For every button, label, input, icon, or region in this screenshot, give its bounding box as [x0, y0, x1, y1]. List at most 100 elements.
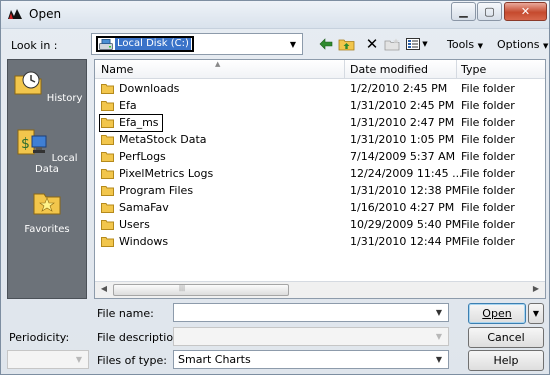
views-button[interactable]: ▼ — [405, 36, 429, 52]
list-item[interactable]: MetaStock Data 1/31/2010 1:05 PM File fo… — [95, 132, 545, 148]
column-type-header[interactable]: Type — [461, 63, 486, 76]
file-date: 1/2/2010 2:45 PM — [350, 82, 448, 95]
file-name: PerfLogs — [119, 150, 166, 163]
filetype-label: Files of type: — [97, 354, 168, 367]
delete-button[interactable]: ✕ — [363, 36, 381, 52]
file-name: PixelMetrics Logs — [119, 167, 214, 180]
folder-icon — [101, 118, 114, 128]
list-item[interactable]: Program Files 1/31/2010 12:38 PM File fo… — [95, 183, 545, 199]
place-favorites[interactable]: Favorites — [8, 186, 86, 235]
cancel-button[interactable]: Cancel — [468, 327, 544, 348]
help-button[interactable]: Help — [468, 350, 544, 371]
file-date: 1/31/2010 1:05 PM — [350, 133, 455, 146]
filename-input[interactable]: ▼ — [173, 303, 449, 322]
file-date: 1/31/2010 12:44 PM — [350, 235, 462, 248]
periodicity-label: Periodicity: — [9, 331, 70, 344]
file-list: Name ▲ Date modified Type Downloads 1/2/… — [94, 59, 546, 299]
lookin-label: Look in : — [11, 39, 58, 52]
file-type: File folder — [461, 235, 515, 248]
open-button[interactable]: Open — [468, 303, 526, 324]
list-item[interactable]: SamaFav 1/16/2010 4:27 PM File folder — [95, 200, 545, 216]
chevron-down-icon[interactable]: ▼ — [432, 352, 446, 367]
place-local-data[interactable]: $ Local Data — [8, 126, 86, 175]
minimize-icon: ▁ — [459, 5, 468, 18]
place-history-label: History — [46, 93, 83, 104]
file-name: Efa — [119, 99, 137, 112]
favorites-icon — [33, 193, 61, 215]
list-item[interactable]: Efa_ms 1/31/2010 2:47 PM File folder — [95, 114, 545, 132]
file-date: 1/31/2010 2:45 PM — [350, 99, 455, 112]
file-date: 12/24/2009 11:45 ... — [350, 167, 463, 180]
file-type: File folder — [461, 201, 515, 214]
chevron-down-icon: ▼ — [542, 42, 549, 50]
column-divider[interactable] — [344, 60, 345, 79]
up-folder-icon — [338, 39, 354, 51]
lookin-dropdown[interactable]: Local Disk (C:) ▼ — [91, 33, 303, 55]
new-folder-button[interactable] — [383, 36, 401, 52]
delete-icon: ✕ — [365, 35, 379, 53]
history-icon — [14, 71, 42, 95]
open-dialog: Open ▁ ▢ ✕ Look in : Local Disk (C:) ▼ ✕ — [0, 0, 550, 375]
file-type: File folder — [461, 99, 515, 112]
file-name: Program Files — [119, 184, 194, 197]
chevron-down-icon[interactable]: ▼ — [432, 305, 446, 320]
back-button[interactable] — [317, 36, 335, 52]
chevron-down-icon[interactable]: ▼ — [286, 36, 300, 52]
close-button[interactable]: ✕ — [504, 2, 547, 21]
places-bar: History $ Local Data Favorites — [7, 59, 87, 299]
file-type: File folder — [461, 82, 515, 95]
file-type: File folder — [461, 167, 515, 180]
folder-icon — [101, 186, 114, 196]
close-icon: ✕ — [520, 5, 531, 18]
file-name: Efa_ms — [119, 116, 159, 129]
file-name: SamaFav — [119, 201, 169, 214]
folder-icon — [101, 84, 114, 94]
list-item[interactable]: Users 10/29/2009 5:40 PM File folder — [95, 217, 545, 233]
horizontal-scrollbar[interactable]: ◀ ||| ▶ — [95, 281, 545, 298]
file-date: 1/16/2010 4:27 PM — [350, 201, 455, 214]
list-item[interactable]: Windows 1/31/2010 12:44 PM File folder — [95, 234, 545, 250]
chevron-down-icon: ▼ — [435, 332, 443, 341]
open-button-label: Open — [482, 307, 512, 320]
scrollbar-thumb[interactable] — [113, 284, 289, 296]
folder-icon — [101, 203, 114, 213]
tools-menu[interactable]: Tools ▼ — [447, 38, 483, 51]
drive-icon — [99, 38, 113, 50]
folder-icon — [101, 135, 114, 145]
file-name: MetaStock Data — [119, 133, 207, 146]
filetype-value: Smart Charts — [178, 353, 251, 366]
filetype-dropdown[interactable]: Smart Charts ▼ — [173, 350, 449, 369]
file-type: File folder — [461, 133, 515, 146]
help-button-label: Help — [493, 354, 519, 367]
scroll-left-icon[interactable]: ◀ — [97, 284, 111, 293]
maximize-button[interactable]: ▢ — [477, 2, 502, 21]
window-title: Open — [29, 7, 62, 21]
folder-icon — [101, 237, 114, 247]
minimize-button[interactable]: ▁ — [451, 2, 476, 21]
filename-label: File name: — [97, 307, 154, 320]
folder-icon — [101, 152, 114, 162]
description-label: File description: — [97, 331, 184, 344]
list-item[interactable]: Downloads 1/2/2010 2:45 PM File folder — [95, 81, 545, 97]
column-divider[interactable] — [456, 60, 457, 79]
chevron-down-icon: ▼ — [75, 355, 83, 364]
column-name-header[interactable]: Name — [101, 63, 133, 76]
chevron-down-icon: ▼ — [477, 42, 483, 50]
scroll-right-icon[interactable]: ▶ — [529, 284, 543, 293]
up-folder-button[interactable] — [337, 36, 355, 52]
place-history[interactable]: History — [8, 66, 86, 104]
open-options-button[interactable]: ▼ — [528, 303, 544, 324]
options-menu[interactable]: Options ▼ — [497, 38, 548, 51]
lookin-value: Local Disk (C:) — [115, 38, 191, 50]
file-date: 10/29/2009 5:40 PM — [350, 218, 462, 231]
column-date-header[interactable]: Date modified — [350, 63, 428, 76]
place-favorites-label: Favorites — [24, 224, 70, 235]
file-name: Windows — [119, 235, 169, 248]
list-item[interactable]: Efa 1/31/2010 2:45 PM File folder — [95, 98, 545, 114]
periodicity-dropdown[interactable]: ▼ — [7, 350, 89, 369]
options-label: Options — [497, 38, 540, 51]
list-item[interactable]: PixelMetrics Logs 12/24/2009 11:45 ... F… — [95, 166, 545, 182]
description-input[interactable]: ▼ — [173, 327, 449, 346]
file-type: File folder — [461, 116, 515, 129]
list-item[interactable]: PerfLogs 7/14/2009 5:37 AM File folder — [95, 149, 545, 165]
